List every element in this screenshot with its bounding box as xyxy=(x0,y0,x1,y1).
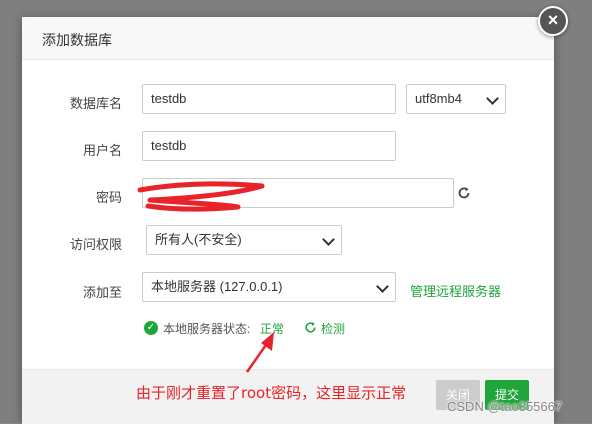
refresh-icon[interactable] xyxy=(304,321,317,334)
dialog-title: 添加数据库 xyxy=(42,32,112,48)
username-input[interactable]: testdb xyxy=(142,131,396,161)
detect-link[interactable]: 检测 xyxy=(321,320,345,337)
addto-select[interactable]: 本地服务器 (127.0.0.1) xyxy=(142,272,396,302)
db-name-input[interactable]: testdb xyxy=(142,84,396,114)
access-select[interactable]: 所有人(不安全) xyxy=(146,225,342,255)
add-database-dialog: 添加数据库 数据库名 testdb utf8mb4 用户名 testdb 密码 … xyxy=(22,17,554,424)
chevron-down-icon xyxy=(322,233,335,246)
chevron-down-icon xyxy=(486,92,499,105)
manage-remote-servers-link[interactable]: 管理远程服务器 xyxy=(410,281,501,300)
csdn-watermark: CSDN @tao355667 xyxy=(447,399,563,414)
access-label: 访问权限 xyxy=(69,237,122,252)
addto-value: 本地服务器 (127.0.0.1) xyxy=(151,279,283,294)
dialog-header: 添加数据库 xyxy=(22,17,554,60)
server-status-value: 正常 xyxy=(260,322,285,336)
server-status-label: 本地服务器状态: xyxy=(163,322,251,336)
annotation-text: 由于刚才重置了root密码，这里显示正常 xyxy=(136,384,407,402)
access-value: 所有人(不安全) xyxy=(155,232,242,247)
password-label: 密码 xyxy=(95,190,122,205)
charset-select[interactable]: utf8mb4 xyxy=(406,84,506,114)
charset-value: utf8mb4 xyxy=(415,91,462,106)
username-label: 用户名 xyxy=(82,143,122,158)
chevron-down-icon xyxy=(376,280,389,293)
check-circle-icon: ✓ xyxy=(144,321,158,335)
close-icon[interactable]: × xyxy=(538,6,568,36)
refresh-icon[interactable] xyxy=(457,186,471,200)
db-name-label: 数据库名 xyxy=(69,96,122,111)
addto-label: 添加至 xyxy=(82,285,122,300)
password-input[interactable] xyxy=(142,178,454,208)
